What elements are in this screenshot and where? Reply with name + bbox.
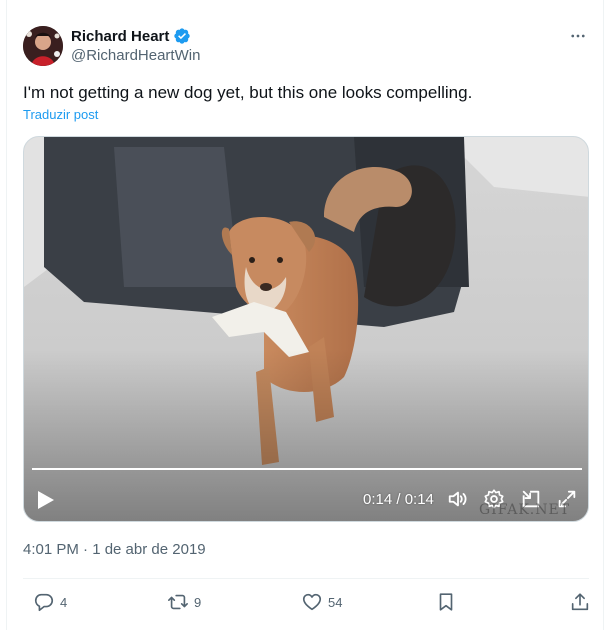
repost-button[interactable]: 9	[167, 590, 201, 614]
avatar[interactable]	[23, 26, 63, 66]
author-name-row[interactable]: Richard Heart	[71, 26, 191, 46]
video-frame	[24, 137, 588, 521]
author-handle[interactable]: @RichardHeartWin	[71, 47, 200, 64]
play-icon[interactable]	[36, 489, 56, 511]
tweet-timestamp[interactable]: 4:01 PM · 1 de abr de 2019	[23, 541, 206, 558]
reply-count: 4	[60, 594, 68, 610]
video-progress-bar[interactable]	[32, 468, 582, 470]
avatar-image	[23, 26, 63, 66]
tweet-card: Richard Heart @RichardHeartWin I'm not g…	[6, 0, 604, 630]
tweet-text: I'm not getting a new dog yet, but this …	[23, 83, 473, 102]
reply-icon	[33, 591, 55, 613]
reply-button[interactable]: 4	[33, 590, 67, 614]
verified-badge-icon	[173, 27, 191, 45]
video-time: 0:14 / 0:14	[363, 491, 434, 508]
share-button[interactable]	[569, 590, 591, 614]
video-progress-fill	[32, 468, 582, 470]
like-button[interactable]: 54	[301, 590, 342, 614]
repost-count: 9	[194, 594, 202, 610]
share-icon	[569, 591, 591, 613]
bookmark-button[interactable]	[435, 590, 457, 614]
divider	[23, 578, 589, 579]
video-player[interactable]: 0:14 / 0:14 GIFAK.NET	[23, 136, 589, 522]
video-watermark: GIFAK.NET	[479, 502, 571, 518]
bookmark-icon	[435, 591, 457, 613]
more-options-icon[interactable]	[567, 26, 589, 46]
like-count: 54	[328, 594, 343, 610]
volume-icon[interactable]	[447, 488, 469, 510]
author-display-name[interactable]: Richard Heart	[71, 28, 169, 45]
repost-icon	[167, 591, 189, 613]
heart-icon	[301, 591, 323, 613]
translate-post-link[interactable]: Traduzir post	[23, 107, 98, 122]
tweet-actions-bar: 4 9 54	[23, 590, 589, 614]
